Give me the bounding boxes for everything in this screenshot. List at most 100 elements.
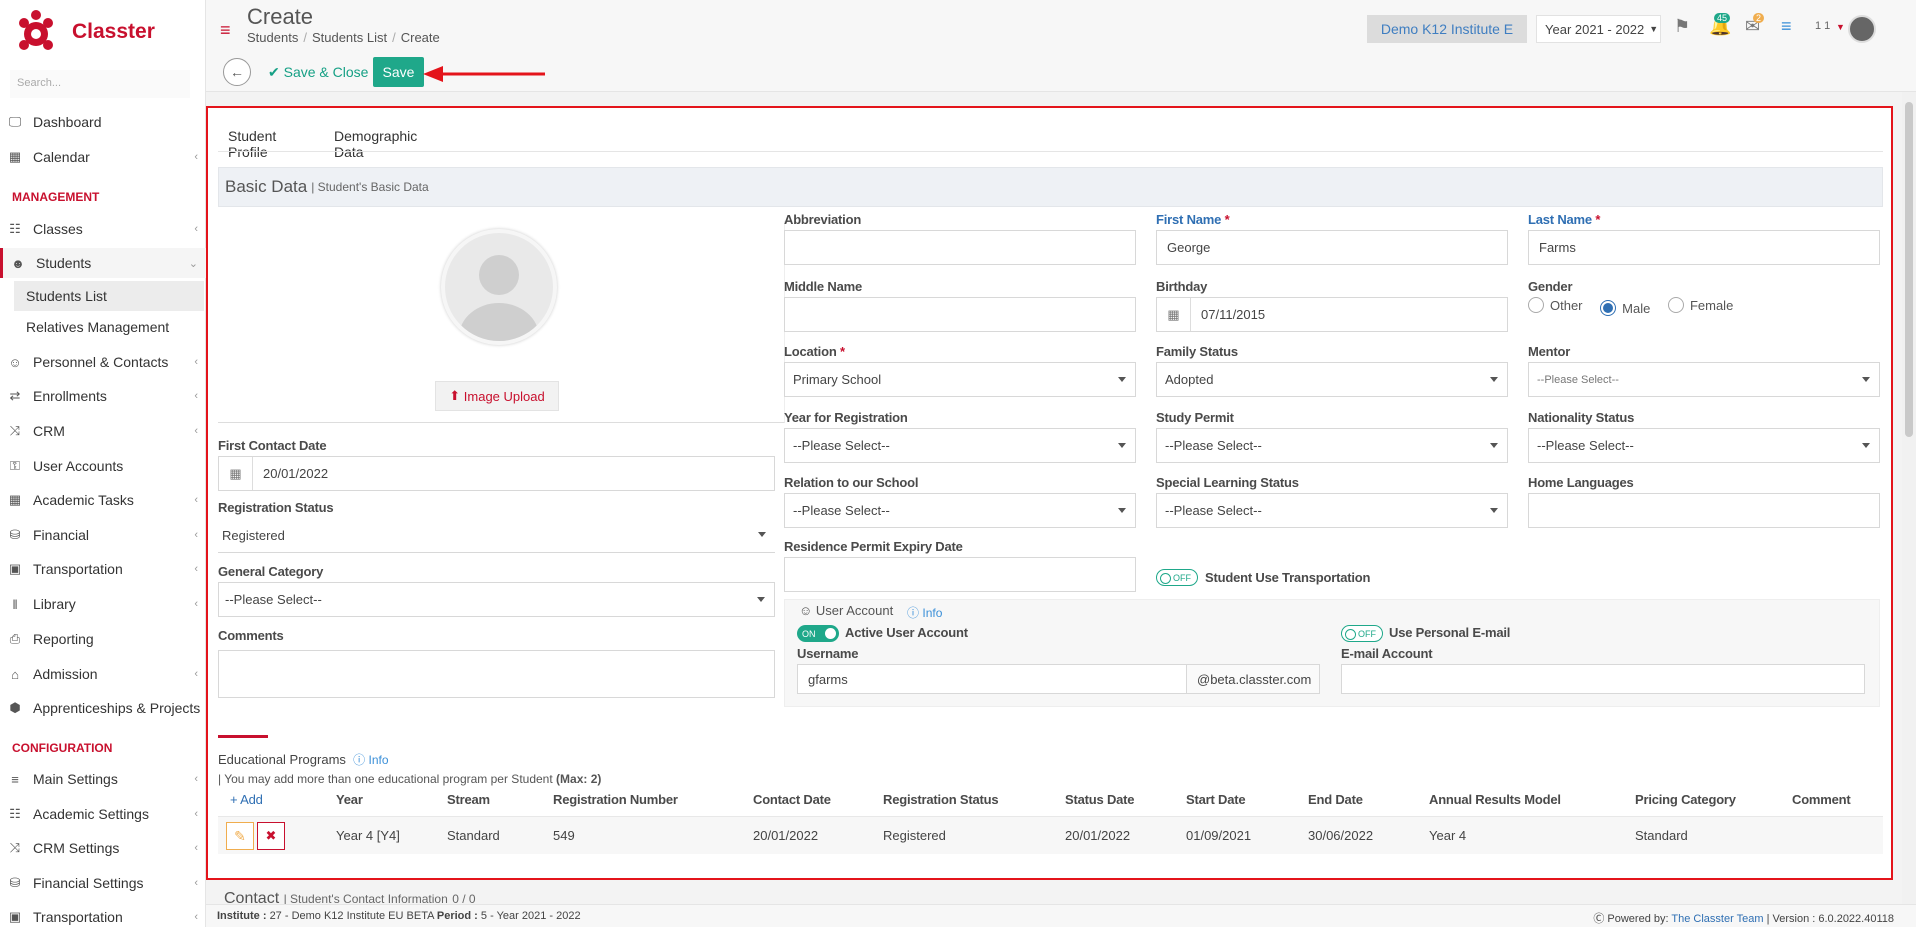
sidebar-item-crm-settings[interactable]: ⤨ CRM Settings ‹	[0, 833, 206, 863]
middle-name-field[interactable]	[784, 297, 1136, 332]
crm-icon: ⤨	[9, 840, 21, 855]
caret-down-icon	[1490, 443, 1498, 448]
sidebar-item-transportation[interactable]: ▣ Transportation ‹	[0, 554, 206, 584]
sidebar-item-enrollments[interactable]: ⇄ Enrollments ‹	[0, 381, 206, 411]
last-name-field[interactable]: Farms	[1528, 230, 1880, 265]
transportation-toggle[interactable]: OFF	[1156, 569, 1198, 586]
classes-icon: ☷	[9, 806, 21, 821]
gender-other-radio[interactable]: Other	[1528, 297, 1583, 313]
programs-info-link[interactable]: ⓘ Info	[353, 753, 388, 767]
add-program-button[interactable]: + Add	[230, 792, 263, 807]
scrollbar[interactable]	[1902, 92, 1916, 904]
special-learning-select[interactable]: --Please Select--	[1156, 493, 1508, 528]
arrow-left-icon: ←	[230, 64, 244, 80]
scrollbar-thumb[interactable]	[1905, 102, 1913, 437]
gender-male-radio[interactable]: Male	[1600, 300, 1650, 316]
sidebar-item-classes[interactable]: ☷ Classes ‹	[0, 214, 206, 244]
relation-select[interactable]: --Please Select--	[784, 493, 1136, 528]
save-close-button[interactable]: ✔ Save & Close	[268, 64, 368, 81]
username-field[interactable]: gfarms	[797, 664, 1187, 694]
user-caret-icon[interactable]: ▼	[1836, 22, 1845, 32]
col-year: Year	[336, 792, 363, 807]
calendar-icon: ▦	[1157, 298, 1191, 331]
year-registration-select[interactable]: --Please Select--	[784, 428, 1136, 463]
basic-data-header: Basic Data | Student's Basic Data	[218, 167, 1883, 207]
image-upload-button[interactable]: ⬆ Image Upload	[435, 381, 559, 411]
avatar[interactable]	[1848, 15, 1876, 43]
registration-status-select[interactable]: Registered	[218, 518, 775, 553]
sidebar-item-academic-tasks[interactable]: ▦ Academic Tasks ‹	[0, 485, 206, 515]
chevron-left-icon: ‹	[194, 598, 198, 610]
sidebar-item-students[interactable]: ☻ Students ⌄	[0, 248, 206, 278]
save-button[interactable]: Save	[373, 57, 424, 87]
calendar-icon: ▦	[219, 457, 253, 490]
sidebar-item-main-settings[interactable]: ≡ Main Settings ‹	[0, 764, 206, 794]
breadcrumb-students[interactable]: Students	[247, 30, 298, 45]
footer-info: Institute : 27 - Demo K12 Institute EU B…	[217, 910, 581, 922]
birthday-field[interactable]: ▦ 07/11/2015	[1156, 297, 1508, 332]
sidebar-item-academic-settings[interactable]: ☷ Academic Settings ‹	[0, 799, 206, 829]
tab-student-profile[interactable]: Student Profile	[220, 118, 285, 172]
general-category-select[interactable]: --Please Select--	[218, 582, 775, 617]
active-user-toggle[interactable]: ON	[797, 625, 839, 642]
active-user-label: Active User Account	[845, 625, 968, 640]
abbreviation-field[interactable]	[784, 230, 1136, 265]
study-permit-label: Study Permit	[1156, 410, 1234, 425]
back-button[interactable]: ←	[223, 58, 251, 86]
year-selector[interactable]: Year 2021 - 2022 ▼	[1536, 15, 1661, 43]
col-comment: Comment	[1792, 792, 1851, 807]
sidebar-item-admission[interactable]: ⌂ Admission ‹	[0, 659, 206, 689]
sidebar-item-financial[interactable]: ⛁ Financial ‹	[0, 520, 206, 550]
edit-program-button[interactable]: ✎	[226, 822, 254, 850]
home-languages-field[interactable]	[1528, 493, 1880, 528]
sidebar-item-user-accounts[interactable]: ⚿ User Accounts	[0, 451, 206, 481]
layers-icon[interactable]: ≡	[1781, 16, 1792, 37]
location-select[interactable]: Primary School	[784, 362, 1136, 397]
educational-programs-title: Educational Programs ⓘ Info	[218, 752, 389, 767]
first-contact-date-field[interactable]: ▦ 20/01/2022	[218, 456, 775, 491]
flag-icon[interactable]: ⚑	[1674, 16, 1690, 37]
sidebar-item-personnel[interactable]: ☺ Personnel & Contacts ‹	[0, 347, 206, 377]
sidebar-item-crm[interactable]: ⤨ CRM ‹	[0, 416, 206, 446]
chevron-left-icon: ‹	[194, 702, 198, 714]
classter-logo-icon[interactable]	[16, 9, 56, 53]
sidebar-item-calendar[interactable]: ▦ Calendar ‹	[0, 142, 206, 172]
sidebar-item-transportation-settings[interactable]: ▣ Transportation ‹	[0, 902, 206, 927]
library-icon: ‖	[12, 596, 18, 612]
study-permit-select[interactable]: --Please Select--	[1156, 428, 1508, 463]
family-status-label: Family Status	[1156, 344, 1238, 359]
mentor-select[interactable]: --Please Select--	[1528, 362, 1880, 397]
residence-permit-field[interactable]	[784, 557, 1136, 592]
family-status-select[interactable]: Adopted	[1156, 362, 1508, 397]
last-name-label: Last Name *	[1528, 212, 1601, 227]
cell-annual-results-model: Year 4	[1429, 828, 1467, 843]
sidebar-subitem-students-list[interactable]: Students List	[14, 281, 204, 311]
email-account-field[interactable]	[1341, 664, 1865, 694]
caret-down-icon	[1118, 508, 1126, 513]
personal-email-toggle[interactable]: OFF	[1341, 625, 1383, 642]
hamburger-menu-icon[interactable]: ≡	[220, 20, 231, 41]
user-account-info-link[interactable]: ⓘ Info	[907, 604, 942, 621]
coins-icon: ⛁	[9, 875, 21, 890]
tab-demographic-data[interactable]: Demographic Data	[326, 118, 425, 170]
classter-team-link[interactable]: The Classter Team	[1671, 913, 1763, 925]
comments-textarea[interactable]	[218, 650, 775, 698]
sidebar-item-reporting[interactable]: ⎙ Reporting	[0, 624, 206, 654]
sidebar-subitem-relatives[interactable]: Relatives Management	[14, 312, 204, 342]
person-icon: ☺	[8, 354, 22, 370]
user-short-label[interactable]: 1 1	[1815, 20, 1830, 32]
first-name-field[interactable]: George	[1156, 230, 1508, 265]
gender-female-radio[interactable]: Female	[1667, 297, 1733, 313]
delete-program-button[interactable]: ✖	[257, 822, 285, 850]
sidebar-item-dashboard[interactable]: 🖵 Dashboard	[0, 107, 206, 137]
institute-selector[interactable]: Demo K12 Institute E	[1367, 15, 1527, 43]
sidebar-search-input[interactable]: Search...	[10, 70, 190, 98]
sidebar-item-apprenticeships[interactable]: ⬢ Apprenticeships & Projects ‹	[0, 693, 206, 723]
action-bar: ← ✔ Save & Close Save	[206, 52, 1916, 92]
sidebar-item-financial-settings[interactable]: ⛁ Financial Settings ‹	[0, 868, 206, 898]
sidebar-item-library[interactable]: ‖ Library ‹	[0, 589, 206, 619]
breadcrumb-students-list[interactable]: Students List	[312, 30, 387, 45]
nationality-status-select[interactable]: --Please Select--	[1528, 428, 1880, 463]
year-registration-label: Year for Registration	[784, 410, 908, 425]
chevron-left-icon: ‹	[194, 223, 198, 235]
